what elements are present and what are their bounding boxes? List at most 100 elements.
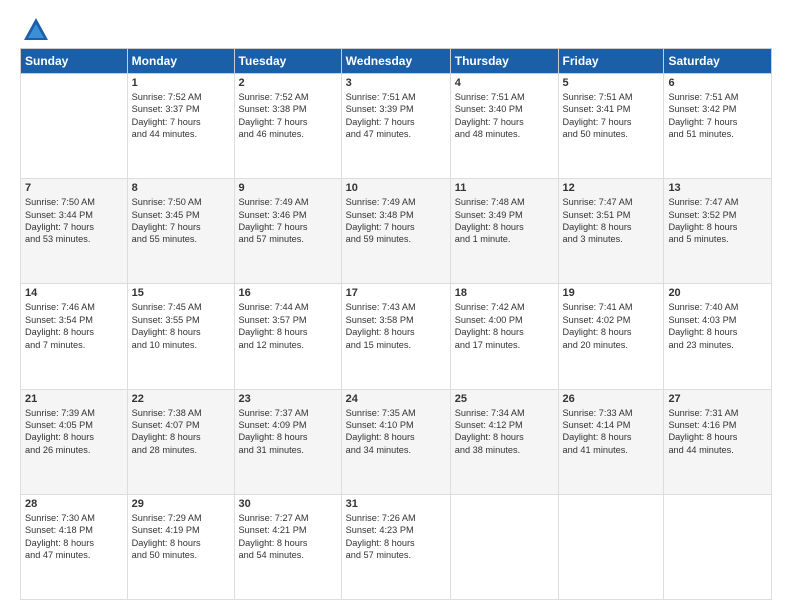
cell-content: Sunrise: 7:33 AMSunset: 4:14 PMDaylight:… (563, 407, 660, 457)
weekday-header-monday: Monday (127, 49, 234, 74)
calendar-cell: 5 Sunrise: 7:51 AMSunset: 3:41 PMDaylight… (558, 74, 664, 179)
day-number: 5 (563, 77, 660, 89)
calendar-cell: 12 Sunrise: 7:47 AMSunset: 3:51 PMDayligh… (558, 179, 664, 284)
logo (20, 16, 50, 38)
calendar-cell: 14Sunrise: 7:46 AMSunset: 3:54 PMDayligh… (21, 284, 128, 389)
weekday-header-saturday: Saturday (664, 49, 772, 74)
cell-content: Sunrise: 7:44 AMSunset: 3:57 PMDaylight:… (239, 301, 337, 351)
cell-content: Sunrise: 7:47 AMSunset: 3:52 PMDaylight:… (668, 196, 767, 246)
day-number: 1 (132, 77, 230, 89)
calendar-cell: 24 Sunrise: 7:35 AMSunset: 4:10 PMDayligh… (341, 389, 450, 494)
header (20, 16, 772, 38)
day-number: 24 (346, 393, 446, 405)
calendar-cell: 22 Sunrise: 7:38 AMSunset: 4:07 PMDayligh… (127, 389, 234, 494)
calendar-table: SundayMondayTuesdayWednesdayThursdayFrid… (20, 48, 772, 600)
day-number: 27 (668, 393, 767, 405)
calendar-cell: 2Sunrise: 7:52 AMSunset: 3:38 PMDaylight… (234, 74, 341, 179)
day-number: 26 (563, 393, 660, 405)
day-number: 8 (132, 182, 230, 194)
day-number: 11 (455, 182, 554, 194)
day-number: 7 (25, 182, 123, 194)
cell-content: Sunrise: 7:42 AMSunset: 4:00 PMDaylight:… (455, 301, 554, 351)
weekday-header-thursday: Thursday (450, 49, 558, 74)
calendar-cell: 19 Sunrise: 7:41 AMSunset: 4:02 PMDayligh… (558, 284, 664, 389)
calendar-week-row: 28 Sunrise: 7:30 AMSunset: 4:18 PMDayligh… (21, 494, 772, 599)
cell-content: Sunrise: 7:51 AMSunset: 3:42 PMDaylight:… (668, 91, 767, 141)
cell-content: Sunrise: 7:50 AMSunset: 3:45 PMDaylight:… (132, 196, 230, 246)
cell-content: Sunrise: 7:35 AMSunset: 4:10 PMDaylight:… (346, 407, 446, 457)
cell-content: Sunrise: 7:34 AMSunset: 4:12 PMDaylight:… (455, 407, 554, 457)
cell-content: Sunrise: 7:49 AMSunset: 3:48 PMDaylight:… (346, 196, 446, 246)
calendar-cell: 30 Sunrise: 7:27 AMSunset: 4:21 PMDayligh… (234, 494, 341, 599)
cell-content: Sunrise: 7:51 AMSunset: 3:41 PMDaylight:… (563, 91, 660, 141)
calendar-cell: 9 Sunrise: 7:49 AMSunset: 3:46 PMDaylight… (234, 179, 341, 284)
calendar-cell: 15 Sunrise: 7:45 AMSunset: 3:55 PMDayligh… (127, 284, 234, 389)
day-number: 21 (25, 393, 123, 405)
day-number: 28 (25, 498, 123, 510)
weekday-header-tuesday: Tuesday (234, 49, 341, 74)
calendar-cell: 26 Sunrise: 7:33 AMSunset: 4:14 PMDayligh… (558, 389, 664, 494)
calendar-week-row: 7 Sunrise: 7:50 AMSunset: 3:44 PMDaylight… (21, 179, 772, 284)
weekday-header-wednesday: Wednesday (341, 49, 450, 74)
calendar-cell: 3Sunrise: 7:51 AMSunset: 3:39 PMDaylight… (341, 74, 450, 179)
cell-content: Sunrise: 7:41 AMSunset: 4:02 PMDaylight:… (563, 301, 660, 351)
day-number: 31 (346, 498, 446, 510)
day-number: 6 (668, 77, 767, 89)
cell-content: Sunrise: 7:51 AMSunset: 3:40 PMDaylight:… (455, 91, 554, 141)
weekday-header-sunday: Sunday (21, 49, 128, 74)
calendar-cell: 20Sunrise: 7:40 AMSunset: 4:03 PMDayligh… (664, 284, 772, 389)
calendar-body: 1Sunrise: 7:52 AMSunset: 3:37 PMDaylight… (21, 74, 772, 600)
day-number: 10 (346, 182, 446, 194)
cell-content: Sunrise: 7:26 AMSunset: 4:23 PMDaylight:… (346, 512, 446, 562)
calendar-cell: 7 Sunrise: 7:50 AMSunset: 3:44 PMDaylight… (21, 179, 128, 284)
day-number: 19 (563, 287, 660, 299)
day-number: 15 (132, 287, 230, 299)
calendar-week-row: 14Sunrise: 7:46 AMSunset: 3:54 PMDayligh… (21, 284, 772, 389)
cell-content: Sunrise: 7:38 AMSunset: 4:07 PMDaylight:… (132, 407, 230, 457)
calendar-cell: 21 Sunrise: 7:39 AMSunset: 4:05 PMDayligh… (21, 389, 128, 494)
day-number: 13 (668, 182, 767, 194)
cell-content: Sunrise: 7:43 AMSunset: 3:58 PMDaylight:… (346, 301, 446, 351)
calendar-cell: 11 Sunrise: 7:48 AMSunset: 3:49 PMDayligh… (450, 179, 558, 284)
day-number: 17 (346, 287, 446, 299)
calendar-cell: 16Sunrise: 7:44 AMSunset: 3:57 PMDayligh… (234, 284, 341, 389)
day-number: 23 (239, 393, 337, 405)
calendar-cell (664, 494, 772, 599)
day-number: 22 (132, 393, 230, 405)
cell-content: Sunrise: 7:45 AMSunset: 3:55 PMDaylight:… (132, 301, 230, 351)
calendar-cell: 4 Sunrise: 7:51 AMSunset: 3:40 PMDaylight… (450, 74, 558, 179)
calendar-cell: 6 Sunrise: 7:51 AMSunset: 3:42 PMDaylight… (664, 74, 772, 179)
calendar-week-row: 21 Sunrise: 7:39 AMSunset: 4:05 PMDayligh… (21, 389, 772, 494)
calendar-cell: 28 Sunrise: 7:30 AMSunset: 4:18 PMDayligh… (21, 494, 128, 599)
cell-content: Sunrise: 7:50 AMSunset: 3:44 PMDaylight:… (25, 196, 123, 246)
day-number: 30 (239, 498, 337, 510)
day-number: 18 (455, 287, 554, 299)
day-number: 2 (239, 77, 337, 89)
day-number: 25 (455, 393, 554, 405)
calendar-cell: 29Sunrise: 7:29 AMSunset: 4:19 PMDayligh… (127, 494, 234, 599)
day-number: 12 (563, 182, 660, 194)
calendar-cell: 25 Sunrise: 7:34 AMSunset: 4:12 PMDayligh… (450, 389, 558, 494)
cell-content: Sunrise: 7:30 AMSunset: 4:18 PMDaylight:… (25, 512, 123, 562)
cell-content: Sunrise: 7:39 AMSunset: 4:05 PMDaylight:… (25, 407, 123, 457)
calendar-cell: 8 Sunrise: 7:50 AMSunset: 3:45 PMDaylight… (127, 179, 234, 284)
day-number: 3 (346, 77, 446, 89)
cell-content: Sunrise: 7:49 AMSunset: 3:46 PMDaylight:… (239, 196, 337, 246)
cell-content: Sunrise: 7:40 AMSunset: 4:03 PMDaylight:… (668, 301, 767, 351)
calendar-cell: 13 Sunrise: 7:47 AMSunset: 3:52 PMDayligh… (664, 179, 772, 284)
calendar-cell: 23Sunrise: 7:37 AMSunset: 4:09 PMDayligh… (234, 389, 341, 494)
cell-content: Sunrise: 7:47 AMSunset: 3:51 PMDaylight:… (563, 196, 660, 246)
cell-content: Sunrise: 7:48 AMSunset: 3:49 PMDaylight:… (455, 196, 554, 246)
calendar-cell: 27 Sunrise: 7:31 AMSunset: 4:16 PMDayligh… (664, 389, 772, 494)
cell-content: Sunrise: 7:29 AMSunset: 4:19 PMDaylight:… (132, 512, 230, 562)
day-number: 9 (239, 182, 337, 194)
logo-icon (22, 16, 50, 44)
day-number: 4 (455, 77, 554, 89)
calendar-cell: 10 Sunrise: 7:49 AMSunset: 3:48 PMDayligh… (341, 179, 450, 284)
calendar-week-row: 1Sunrise: 7:52 AMSunset: 3:37 PMDaylight… (21, 74, 772, 179)
calendar-header-row: SundayMondayTuesdayWednesdayThursdayFrid… (21, 49, 772, 74)
cell-content: Sunrise: 7:27 AMSunset: 4:21 PMDaylight:… (239, 512, 337, 562)
cell-content: Sunrise: 7:31 AMSunset: 4:16 PMDaylight:… (668, 407, 767, 457)
day-number: 14 (25, 287, 123, 299)
calendar-cell (450, 494, 558, 599)
